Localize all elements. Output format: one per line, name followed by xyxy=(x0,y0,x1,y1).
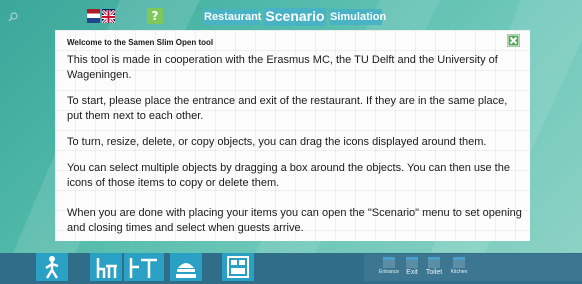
intro-paragraph: This tool is made in cooperation with th… xyxy=(67,54,498,81)
area-icon xyxy=(227,256,249,278)
cooking-tool-button[interactable] xyxy=(170,253,202,281)
close-button[interactable] xyxy=(507,34,520,47)
entrance-icon xyxy=(383,257,395,268)
chair-table-tool-button[interactable] xyxy=(90,253,122,281)
language-selector[interactable] xyxy=(87,9,115,23)
welcome-dialog: Welcome to the Samen Slim Open tool This… xyxy=(55,30,530,241)
extras-panel: Entrance Exit Toilet Kitchen xyxy=(364,254,582,281)
toilet-button[interactable]: Toilet xyxy=(424,254,444,276)
person-tool-button[interactable] xyxy=(36,253,68,281)
scenario-menu-button[interactable]: Scenario xyxy=(264,8,326,26)
chair-table-icon xyxy=(96,258,117,278)
exit-button[interactable]: Exit xyxy=(404,254,420,276)
area-tool-button[interactable] xyxy=(222,253,254,281)
table-tool-button[interactable] xyxy=(124,253,164,281)
uk-flag-icon[interactable] xyxy=(102,9,115,23)
search-icon[interactable] xyxy=(8,12,18,22)
cooking-icon xyxy=(176,263,196,278)
exit-label: Exit xyxy=(406,269,418,276)
simulation-menu-button[interactable]: Simulation xyxy=(330,9,386,25)
manipulate-paragraph: To turn, resize, delete, or copy objects… xyxy=(67,136,487,148)
table-icon xyxy=(129,258,157,278)
scenario-paragraph: When you are done with placing your item… xyxy=(67,207,522,234)
entrance-button[interactable]: Entrance xyxy=(376,254,402,275)
help-button[interactable]: ? xyxy=(147,8,163,24)
kitchen-label: Kitchen xyxy=(450,269,468,275)
nl-flag-icon[interactable] xyxy=(87,9,100,23)
restaurant-menu-button[interactable]: Restaurant xyxy=(204,9,261,25)
select-paragraph: You can select multiple objects by dragg… xyxy=(67,162,510,189)
close-x-icon xyxy=(507,34,520,47)
entrance-label: Entrance xyxy=(378,269,399,275)
person-icon xyxy=(45,256,59,279)
toilet-icon xyxy=(428,257,440,268)
dialog-title: Welcome to the Samen Slim Open tool xyxy=(67,38,214,47)
toilet-label: Toilet xyxy=(425,269,443,276)
exit-icon xyxy=(406,257,418,268)
entrance-paragraph: To start, please place the entrance and … xyxy=(67,95,508,122)
kitchen-button[interactable]: Kitchen xyxy=(448,254,470,275)
kitchen-icon xyxy=(453,257,465,268)
